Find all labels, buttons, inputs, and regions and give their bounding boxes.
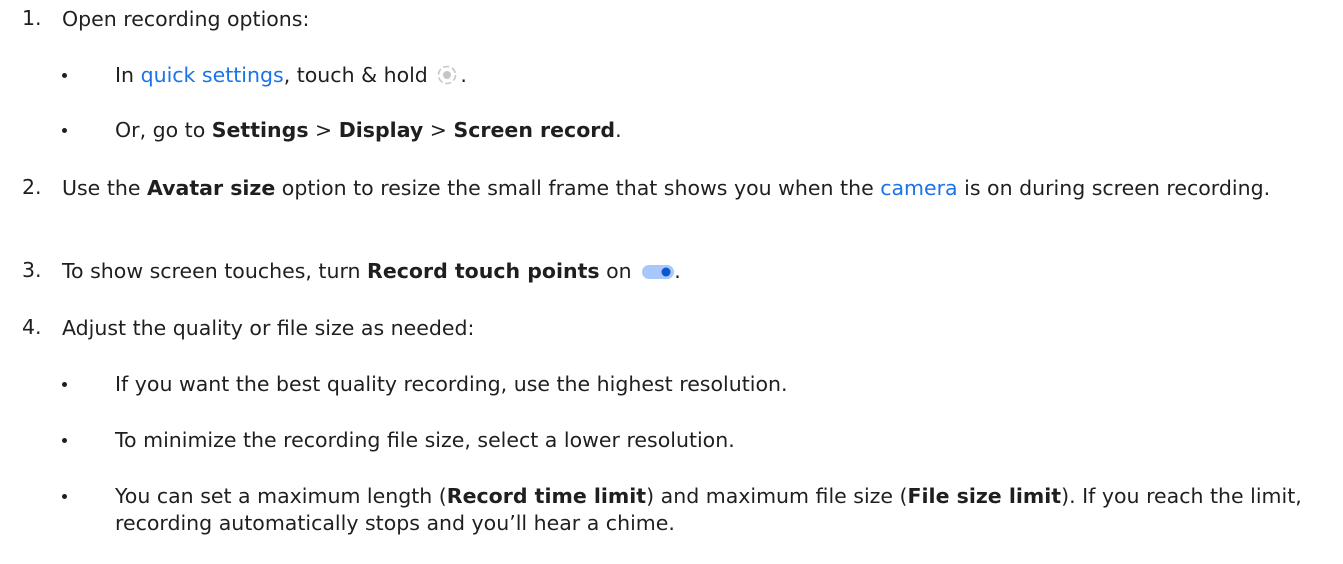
toggle-on-icon — [642, 259, 675, 279]
step-text: To show screen touches, turn Record touc… — [62, 259, 681, 283]
step-number: 2. — [22, 175, 42, 199]
bullet-text: If you want the best quality recording, … — [115, 372, 788, 396]
bullet-dot — [62, 128, 67, 133]
screen-record-icon — [436, 64, 458, 86]
bullet-text: To minimize the recording file size, sel… — [115, 428, 735, 452]
bullet-dot — [62, 73, 67, 78]
step-text: Use the Avatar size option to resize the… — [62, 176, 1271, 200]
step-text: Open recording options: — [62, 7, 310, 31]
camera-link[interactable]: camera — [880, 176, 957, 200]
step-number: 3. — [22, 258, 42, 282]
quick-settings-link[interactable]: quick settings — [141, 63, 284, 87]
bullet-text: Or, go to Settings > Display > Screen re… — [115, 118, 622, 142]
bullet-dot — [62, 494, 67, 499]
bullet-text: You can set a maximum length (Record tim… — [115, 484, 1302, 535]
step-text: Adjust the quality or file size as neede… — [62, 316, 475, 340]
step-number: 1. — [22, 6, 42, 30]
step-number: 4. — [22, 315, 42, 339]
bullet-dot — [62, 438, 67, 443]
bullet-text: In quick settings, touch & hold . — [115, 63, 467, 87]
bullet-dot — [62, 382, 67, 387]
